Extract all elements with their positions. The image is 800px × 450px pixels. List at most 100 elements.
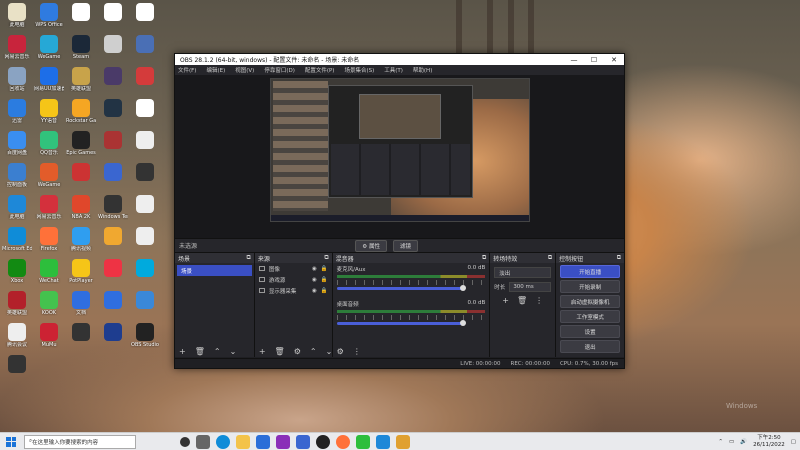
desktop-icon[interactable]: WeChat: [34, 259, 64, 284]
desktop-icon[interactable]: WPS Office: [34, 3, 64, 28]
desktop-icon[interactable]: [130, 291, 160, 310]
desktop-icon[interactable]: [98, 227, 128, 246]
desktop-icon[interactable]: [98, 35, 128, 54]
menu-view[interactable]: 视图(V): [235, 66, 254, 74]
desktop-icon[interactable]: Xbox: [2, 259, 32, 284]
settings-button[interactable]: 设置: [560, 325, 620, 338]
menu-scene-collection[interactable]: 场景集合(S): [344, 66, 374, 74]
app-icon[interactable]: [376, 434, 390, 449]
close-button[interactable]: ✕: [604, 56, 624, 64]
lock-icon[interactable]: 🔒: [321, 266, 328, 272]
desktop-icon[interactable]: [130, 3, 160, 22]
desktop-icon[interactable]: [98, 323, 128, 342]
desktop-icon[interactable]: 百度网盘: [2, 131, 32, 156]
scene-item[interactable]: 场景: [177, 265, 252, 276]
audio-settings-icon[interactable]: ⚙: [337, 347, 344, 356]
app-icon[interactable]: [396, 434, 410, 449]
minimize-button[interactable]: —: [564, 56, 584, 64]
desktop-icon[interactable]: 网易云音乐: [2, 35, 32, 60]
desktop-icon[interactable]: [130, 195, 160, 214]
desktop-icon[interactable]: 此电脑: [2, 195, 32, 220]
desktop-icon[interactable]: Epic Games: [66, 131, 96, 156]
start-streaming-button[interactable]: 开始直播: [560, 265, 620, 278]
desktop-icon[interactable]: [98, 131, 128, 150]
desktop-icon[interactable]: [66, 323, 96, 342]
desktop-icon[interactable]: [98, 163, 128, 182]
app-icon[interactable]: [296, 434, 310, 449]
task-view-icon[interactable]: [180, 436, 190, 447]
desktop-icon[interactable]: [98, 291, 128, 310]
obs-window[interactable]: OBS 28.1.2 (64-bit, windows) - 配置文件: 未命名…: [174, 53, 625, 369]
desktop-icon[interactable]: Microsoft Edge: [2, 227, 32, 252]
remove-transition-icon[interactable]: 🗑: [517, 296, 527, 305]
chevron-up-icon[interactable]: ⌃: [718, 439, 723, 445]
transition-select[interactable]: 淡出: [494, 267, 552, 278]
filters-button[interactable]: 滤镜: [392, 239, 418, 252]
remove-source-icon[interactable]: 🗑: [275, 347, 285, 356]
undock-icon[interactable]: ⧉: [617, 254, 621, 262]
visibility-icon[interactable]: ◉: [312, 288, 317, 294]
menu-file[interactable]: 文件(F): [178, 66, 196, 74]
exit-button[interactable]: 退出: [560, 340, 620, 353]
obs-taskbar-icon[interactable]: [316, 434, 330, 449]
title-bar[interactable]: OBS 28.1.2 (64-bit, windows) - 配置文件: 未命名…: [175, 54, 624, 65]
desktop-icon[interactable]: 迅雷: [2, 99, 32, 124]
source-item[interactable]: 图像 ◉ 🔒: [255, 263, 332, 274]
lock-icon[interactable]: 🔒: [321, 288, 328, 294]
desktop-icon[interactable]: WeGame: [34, 35, 64, 60]
studio-mode-button[interactable]: 工作室模式: [560, 310, 620, 323]
add-scene-icon[interactable]: +: [179, 347, 186, 356]
desktop-icon[interactable]: 网易UU加速器: [34, 67, 64, 92]
clock[interactable]: 下午2:50 26/11/2022: [753, 435, 785, 449]
desktop-icon[interactable]: KOOK: [34, 291, 64, 316]
move-up-icon[interactable]: ⌃: [310, 347, 317, 356]
menu-docks[interactable]: 停靠窗口(D): [264, 66, 295, 74]
desktop-icon[interactable]: MuMu: [34, 323, 64, 348]
source-item[interactable]: 游戏源 ◉ 🔒: [255, 274, 332, 285]
desktop-icon[interactable]: [130, 227, 160, 246]
wechat-icon[interactable]: [356, 434, 370, 449]
duration-input[interactable]: 300 ms: [509, 282, 552, 292]
desktop-icon[interactable]: 网易云音乐: [34, 195, 64, 220]
desktop-icon[interactable]: WeGame: [34, 163, 64, 188]
desktop-icon[interactable]: Steam: [66, 35, 96, 60]
desktop-icon[interactable]: 英雄联盟: [66, 67, 96, 92]
desktop-icon[interactable]: [66, 163, 96, 182]
network-icon[interactable]: ▭: [729, 439, 734, 445]
desktop-icon[interactable]: QQ音乐: [34, 131, 64, 156]
desktop-icon[interactable]: [130, 259, 160, 278]
move-down-icon[interactable]: ⌄: [230, 347, 237, 356]
desktop-icon[interactable]: [2, 355, 32, 374]
visibility-icon[interactable]: ◉: [312, 277, 317, 283]
add-source-icon[interactable]: +: [259, 347, 266, 356]
more-icon[interactable]: ⋮: [535, 296, 543, 305]
undock-icon[interactable]: ⧉: [324, 254, 328, 262]
notification-icon[interactable]: ▢: [791, 439, 796, 445]
volume-slider[interactable]: [336, 285, 466, 291]
desktop-icon[interactable]: 此电脑: [2, 3, 32, 28]
desktop-icon[interactable]: PotPlayer: [66, 259, 96, 284]
desktop-icon[interactable]: [98, 3, 128, 22]
desktop-icon[interactable]: YY语音: [34, 99, 64, 124]
firefox-icon[interactable]: [336, 434, 350, 449]
desktop-icon[interactable]: 腾讯会议: [2, 323, 32, 348]
move-up-icon[interactable]: ⌃: [214, 347, 221, 356]
undock-icon[interactable]: ⧉: [482, 254, 486, 262]
desktop-icon[interactable]: [98, 67, 128, 86]
visibility-icon[interactable]: ◉: [312, 266, 317, 272]
desktop-icon[interactable]: [98, 259, 128, 278]
move-down-icon[interactable]: ⌄: [326, 347, 333, 356]
source-properties-icon[interactable]: ⚙: [294, 347, 301, 356]
desktop-icon[interactable]: [66, 3, 96, 22]
widgets-icon[interactable]: [196, 434, 210, 449]
desktop-icon[interactable]: OBS Studio: [130, 323, 160, 348]
lock-icon[interactable]: 🔒: [321, 277, 328, 283]
volume-icon[interactable]: 🔊: [740, 439, 747, 445]
desktop-icon[interactable]: [130, 67, 160, 86]
undock-icon[interactable]: ⧉: [247, 254, 251, 262]
desktop-icon[interactable]: [130, 163, 160, 182]
desktop-icon[interactable]: 英雄联盟: [2, 291, 32, 316]
more-icon[interactable]: ⋮: [353, 347, 361, 356]
menu-help[interactable]: 帮助(H): [413, 66, 432, 74]
desktop-icon[interactable]: Rockstar Games: [66, 99, 96, 124]
